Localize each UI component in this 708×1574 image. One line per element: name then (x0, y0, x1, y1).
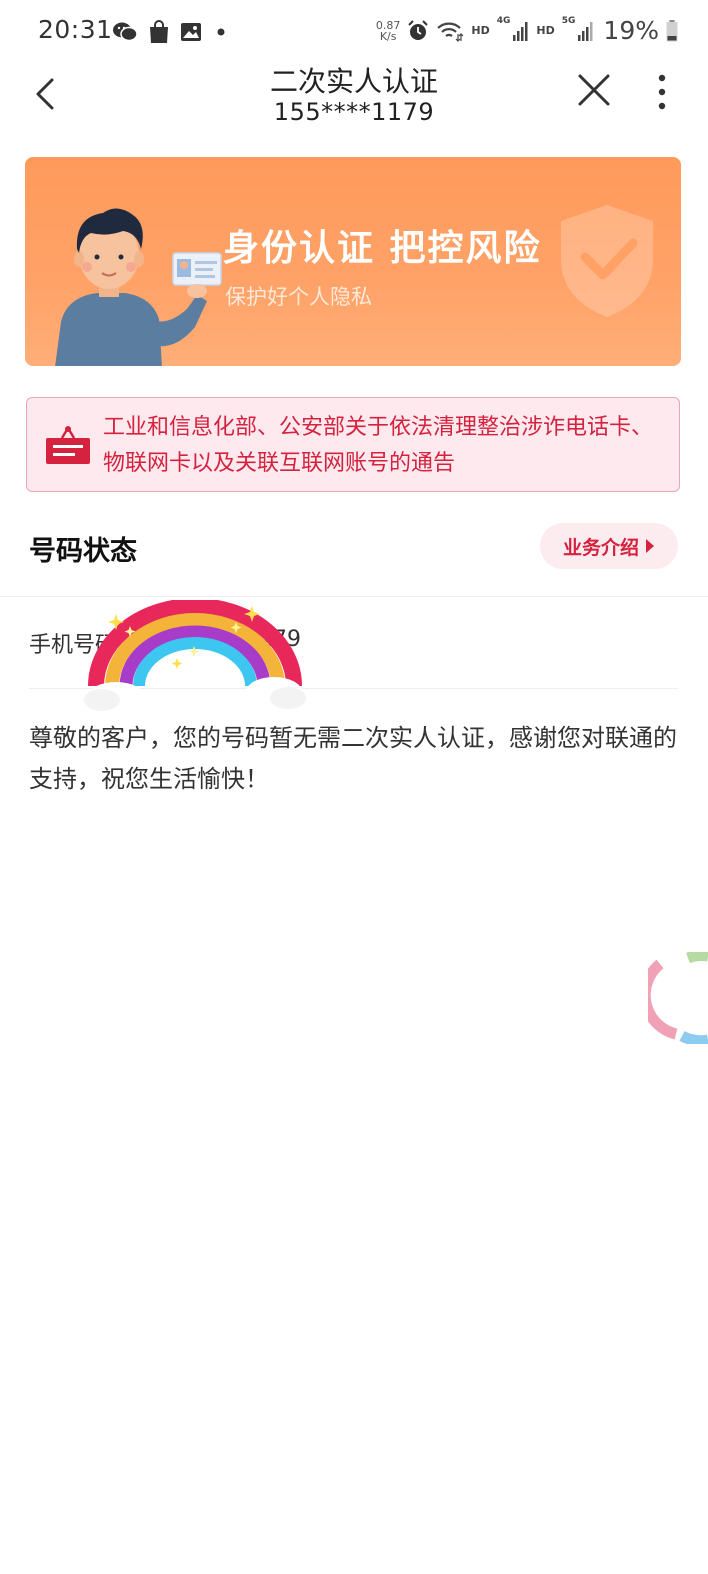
triangle-right-icon (646, 539, 654, 553)
network-type-label-2: 5G (561, 16, 576, 26)
notification-icons (112, 20, 226, 44)
gallery-icon (181, 23, 201, 41)
alarm-icon (408, 19, 429, 40)
battery-icon (666, 19, 678, 41)
nav-bar: 二次实人认证 155****1179 (0, 62, 708, 132)
wechat-icon (113, 22, 138, 42)
network-type-label: 4G (496, 16, 511, 26)
dot-icon (217, 28, 225, 36)
banner-subtitle: 保护好个人隐私 (225, 285, 372, 309)
notice-text: 工业和信息化部、公安部关于依法清理整治涉诈电话卡、物联网卡以及关联互联网账号的通… (103, 415, 654, 476)
status-time: 20:31 (38, 15, 113, 44)
signal-icon (513, 21, 528, 41)
wifi-icon (437, 22, 464, 42)
person-with-id-card-illustration (55, 208, 222, 366)
hd-label: HD (471, 24, 490, 37)
banner-title: 身份认证 把控风险 (223, 228, 542, 269)
shopping-bag-icon (150, 20, 168, 43)
hd-label-2: HD (536, 24, 555, 37)
status-bar: 20:31 0.87 K/s HD 4G HD 5G 19% (0, 0, 708, 62)
network-speed: 0.87 K/s (375, 18, 401, 43)
rainbow-sticker-icon (84, 600, 306, 711)
signal-icon (578, 21, 593, 41)
verification-banner: 身份认证 把控风险 保护好个人隐私 (25, 157, 681, 366)
more-vertical-icon[interactable] (654, 72, 670, 112)
business-intro-label: 业务介绍 (562, 536, 639, 559)
notice-announcement[interactable]: 工业和信息化部、公安部关于依法清理整治涉诈电话卡、物联网卡以及关联互联网账号的通… (26, 397, 680, 492)
number-status-heading: 号码状态 (29, 536, 137, 567)
floating-loading-ring-icon[interactable] (648, 952, 708, 1044)
shield-check-icon (561, 205, 653, 317)
status-indicators: 0.87 K/s HD 4G HD 5G 19% (376, 16, 678, 45)
close-icon[interactable] (576, 72, 612, 108)
section-divider (0, 596, 708, 597)
status-message: 尊敬的客户，您的号码暂无需二次实人认证，感谢您对联通的支持，祝您生活愉快！ (29, 724, 677, 793)
business-intro-button[interactable]: 业务介绍 (540, 523, 678, 569)
battery-percent: 19% (603, 16, 659, 45)
announcement-sign-icon (46, 426, 90, 464)
